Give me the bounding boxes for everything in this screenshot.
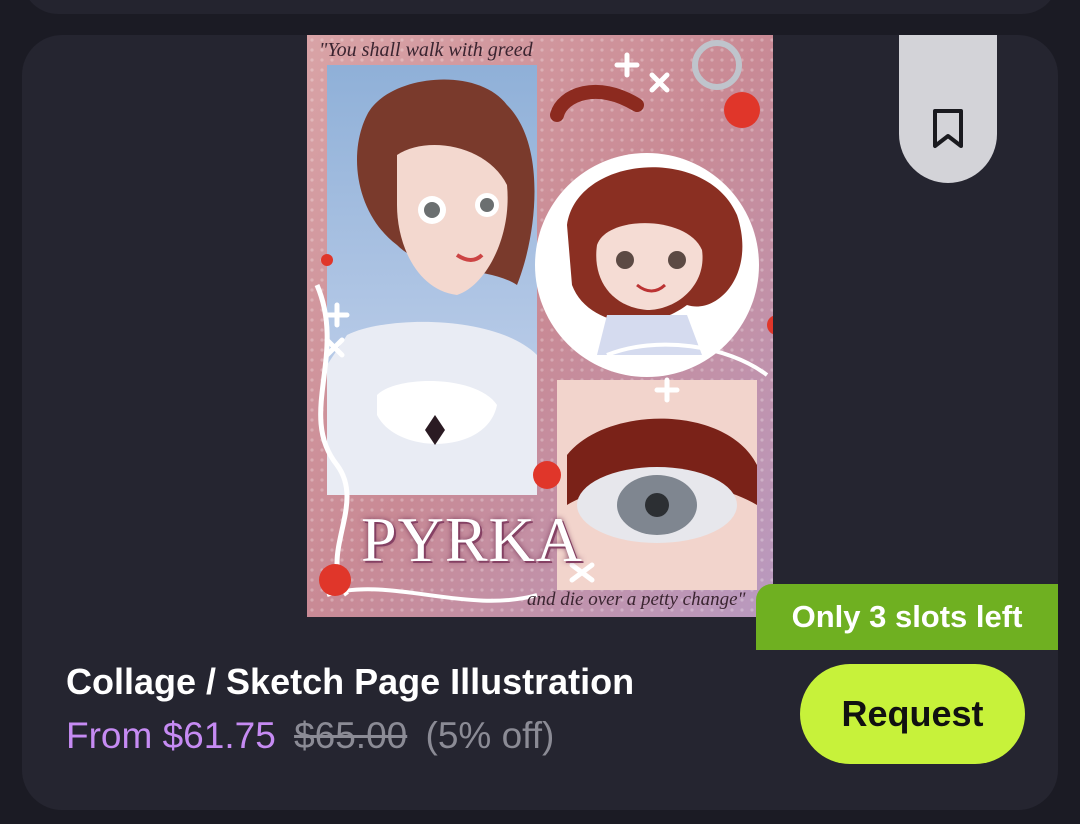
page: "You shall walk with greed PYRKA and die… <box>0 0 1080 824</box>
price-row: From $61.75 $65.00 (5% off) <box>66 715 554 757</box>
artwork-image[interactable]: "You shall walk with greed PYRKA and die… <box>307 35 773 617</box>
bookmark-icon <box>933 109 963 148</box>
artwork-title-text: PYRKA <box>361 504 583 575</box>
artwork-quote-bottom: and die over a petty change" <box>527 589 746 610</box>
discount-label: (5% off) <box>425 715 555 756</box>
slots-left-badge: Only 3 slots left <box>756 584 1058 650</box>
previous-listing-card <box>22 0 1058 14</box>
artwork-quote-top: "You shall walk with greed <box>319 39 533 61</box>
current-price: From $61.75 <box>66 715 276 756</box>
listing-title[interactable]: Collage / Sketch Page Illustration <box>66 661 634 703</box>
listing-card[interactable]: "You shall walk with greed PYRKA and die… <box>22 35 1058 810</box>
bookmark-button[interactable] <box>899 35 997 183</box>
original-price: $65.00 <box>294 715 408 756</box>
request-button[interactable]: Request <box>800 664 1025 764</box>
